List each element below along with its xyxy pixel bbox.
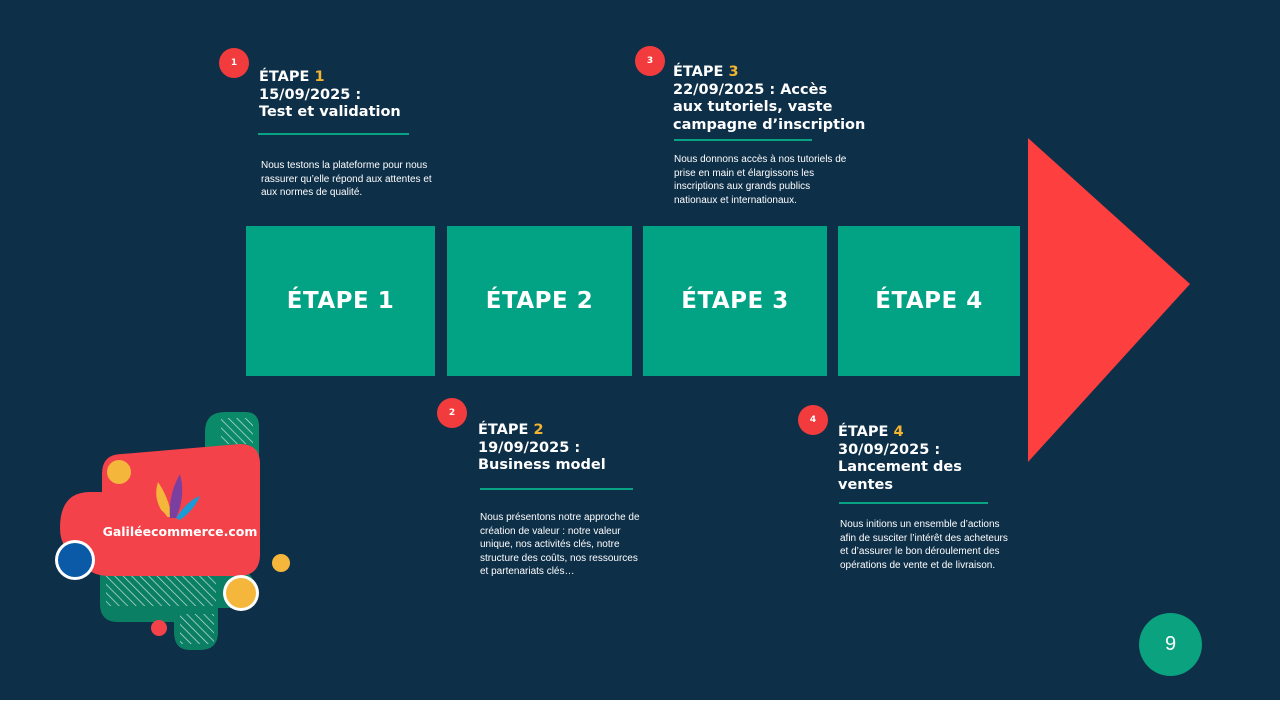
step-4-number-badge: 4 [798,405,828,435]
brand-logo: Galiléecommerce.com [40,400,300,660]
step-2-number-badge: 2 [437,398,467,428]
step-3-heading-line: campagne d’inscription [673,116,866,133]
step-2-description-line: structure des coûts, nos ressources [480,552,638,564]
step-4-heading-line: Lancement des [838,459,962,475]
step-3-description-line: prise en main et élargissons les [674,167,815,179]
step-4-underline [839,502,988,504]
step-2-description-line: création de valeur : notre valeur [480,525,621,537]
step-1-underline [258,133,409,135]
step-1-description-line: Nous testons la plateforme pour nous [261,160,428,171]
arrow-head-icon [1028,138,1190,462]
step-box-2: ÉTAPE 2 [447,226,632,376]
step-3-heading-line: aux tutoriels, vaste [673,99,833,115]
step-2-underline [480,488,633,490]
step-3-heading-word: ÉTAPE [673,64,724,80]
step-4-description-line: opérations de vente et de livraison. [840,559,996,571]
page-number: 9 [1139,613,1202,676]
step-3-description-line: nationaux et internationaux. [674,194,797,206]
step-2-heading: ÉTAPE 2 19/09/2025 : Business model [478,422,606,475]
step-4-heading-line: ventes [838,476,894,493]
step-4-heading: ÉTAPE 4 30/09/2025 : Lancement des vente… [838,424,962,494]
step-1-number-badge: 1 [219,48,249,78]
step-1-heading-number: 1 [314,69,325,85]
step-3-heading-number: 3 [728,64,739,80]
step-1-heading-line: 15/09/2025 : [259,86,362,103]
step-2-description-line: unique, nos activités clés, notre [480,539,620,550]
step-1-description: Nous testons la plateforme pour nous ras… [261,159,432,200]
step-3-underline [674,139,812,141]
slide: ÉTAPE 1 ÉTAPE 2 ÉTAPE 3 ÉTAPE 4 1 ÉTAPE … [0,0,1280,700]
step-4-heading-line: 30/09/2025 : [838,441,941,458]
step-2-heading-number: 2 [533,422,544,438]
step-4-description: Nous initions un ensemble d’actions afin… [840,518,1008,572]
step-1-description-line: rassurer qu’elle répond aux attentes et [261,173,432,185]
step-3-heading-line: 22/09/2025 : Accès [673,81,828,98]
step-box-3: ÉTAPE 3 [643,226,827,376]
step-box-1: ÉTAPE 1 [246,226,435,376]
step-4-description-line: et d’assurer le bon déroulement des [840,546,1000,557]
step-1-heading: ÉTAPE 1 15/09/2025 : Test et validation [259,69,401,122]
step-4-heading-word: ÉTAPE [838,424,889,440]
step-4-description-line: Nous initions un ensemble d’actions [840,519,1000,530]
step-2-heading-line: Business model [478,457,606,473]
step-4-heading-number: 4 [893,424,904,440]
step-3-description-line: Nous donnons accès à nos tutoriels de [674,154,847,165]
step-4-description-line: afin de susciter l’intérêt des acheteurs [840,532,1008,544]
step-3-heading: ÉTAPE 3 22/09/2025 : Accès aux tutoriels… [673,64,865,134]
step-2-heading-line: 19/09/2025 : [478,439,581,456]
step-2-description-line: Nous présentons notre approche de [480,512,640,523]
step-2-description-line: et partenariats clés… [480,566,575,577]
step-1-heading-line: Test et validation [259,104,401,120]
step-2-heading-word: ÉTAPE [478,422,529,438]
logo-text: Galiléecommerce.com [102,524,258,539]
step-1-heading-word: ÉTAPE [259,69,310,85]
step-box-4: ÉTAPE 4 [838,226,1020,376]
step-3-number-badge: 3 [635,46,665,76]
step-3-description: Nous donnons accès à nos tutoriels de pr… [674,153,846,207]
step-3-description-line: inscriptions aux grands publics [674,181,811,192]
step-1-description-line: aux normes de qualité. [261,187,363,198]
step-2-description: Nous présentons notre approche de créati… [480,511,640,579]
